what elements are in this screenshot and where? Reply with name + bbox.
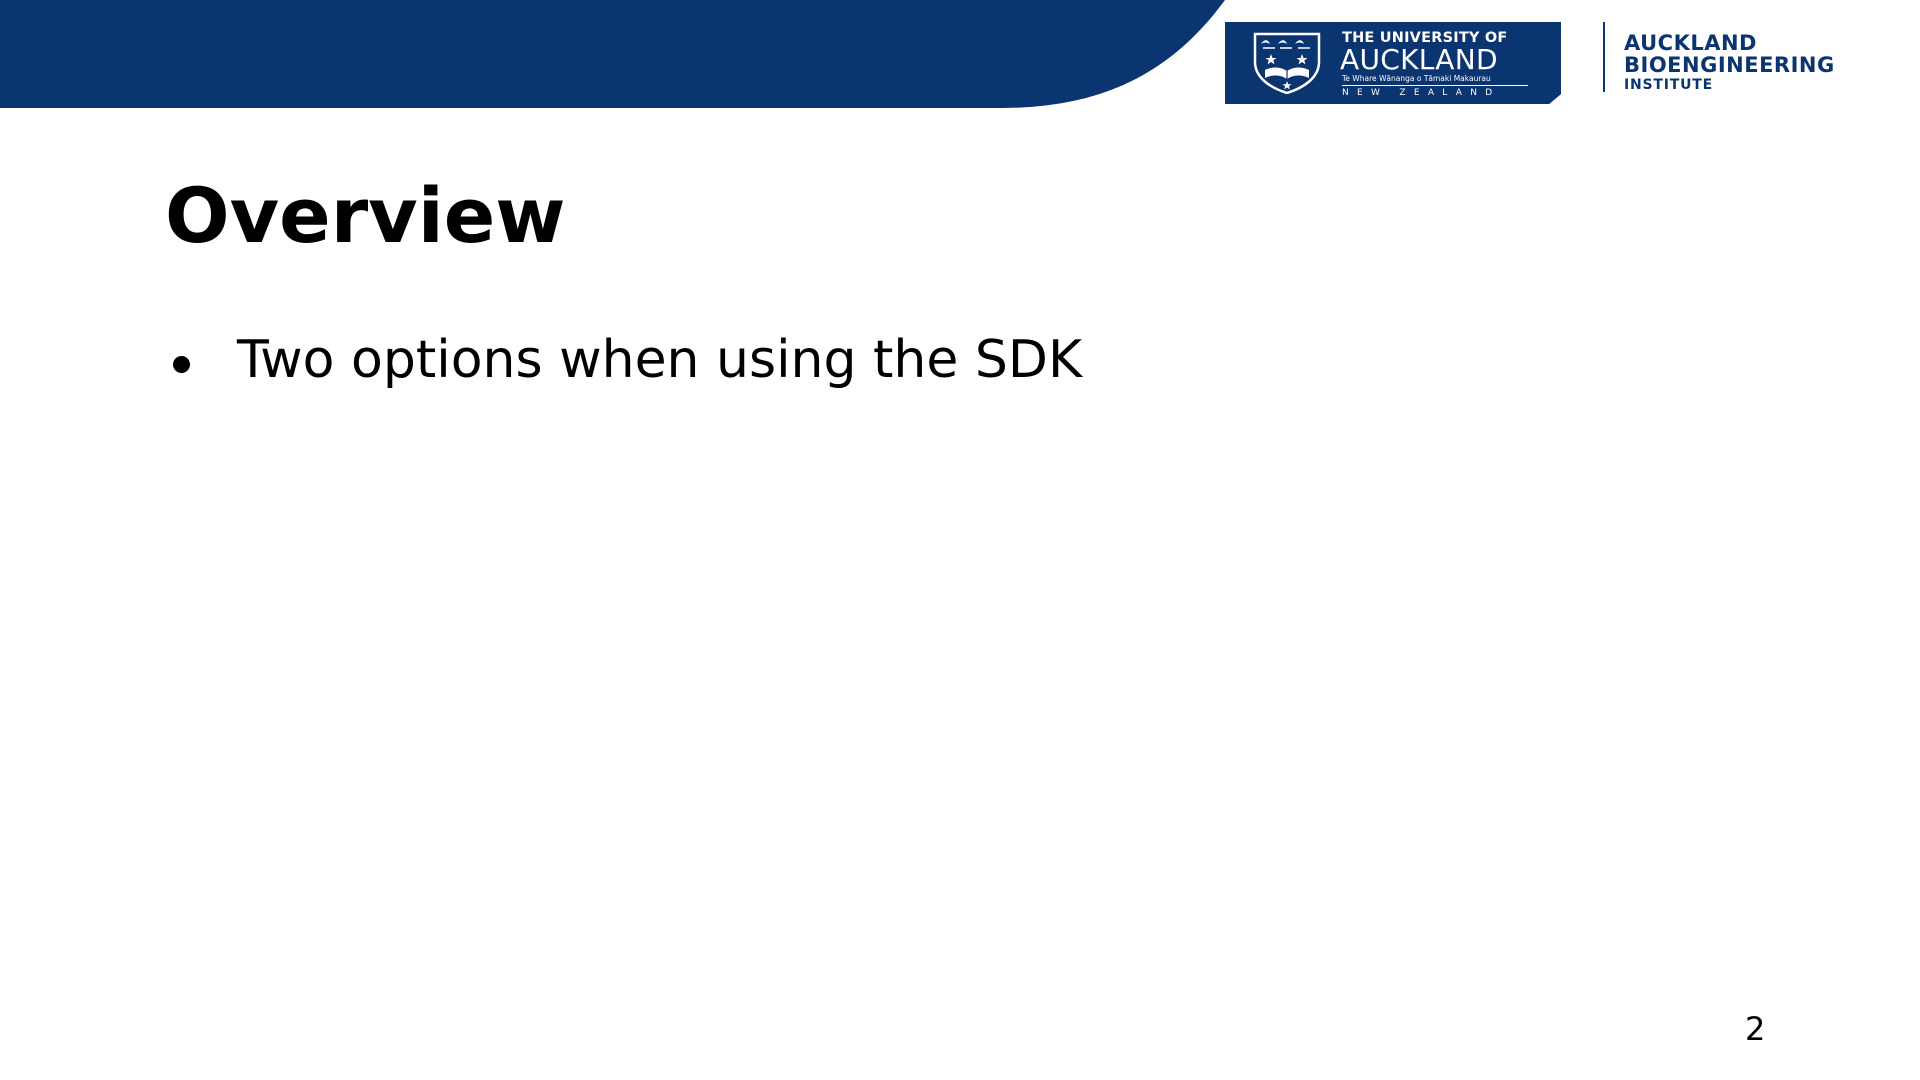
- logo-divider: [1603, 22, 1605, 92]
- logo-line-auckland: AUCKLAND: [1340, 43, 1498, 76]
- institute-logo: AUCKLAND BIOENGINEERING INSTITUTE: [1624, 32, 1835, 94]
- banner-wave-shape: [0, 0, 1225, 108]
- bullet-text: Two options when using the SDK: [237, 330, 1083, 390]
- university-crest-icon: [1253, 32, 1321, 94]
- institute-line-bioengineering: BIOENGINEERING: [1624, 53, 1835, 77]
- slide-number: 2: [1745, 1010, 1766, 1048]
- logo-line-new-zealand: NEW ZEALAND: [1342, 88, 1501, 98]
- university-logo: THE UNIVERSITY OF AUCKLAND Te Whare Wāna…: [1225, 22, 1561, 104]
- slide: THE UNIVERSITY OF AUCKLAND Te Whare Wāna…: [0, 0, 1920, 1080]
- bullet-list: Two options when using the SDK: [165, 330, 1082, 390]
- institute-line-institute: INSTITUTE: [1624, 77, 1713, 93]
- logo-rule: [1342, 85, 1528, 86]
- institute-line-auckland: AUCKLAND: [1624, 31, 1757, 55]
- logo-line-maori-name: Te Whare Wānanga o Tāmaki Makaurau: [1342, 74, 1491, 83]
- bullet-item: Two options when using the SDK: [165, 330, 1082, 390]
- slide-title: Overview: [165, 171, 566, 260]
- bullet-dot-icon: [173, 356, 190, 373]
